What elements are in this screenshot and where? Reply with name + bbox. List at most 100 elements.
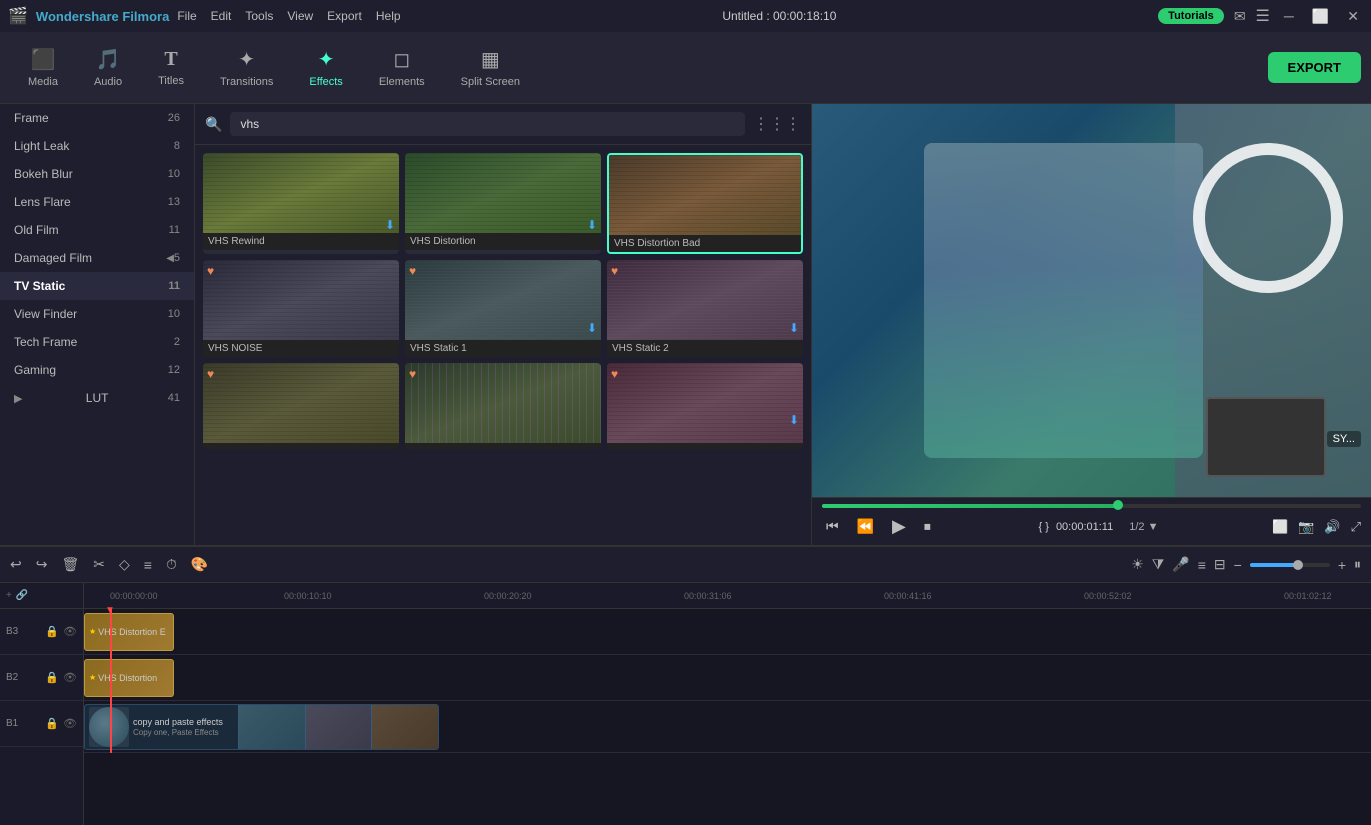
lock-icon-b3[interactable]: 🔒 [45, 625, 59, 638]
play-mode-value: 1/2 [1129, 521, 1144, 533]
clip-vhs-distortion[interactable]: ★ VHS Distortion [84, 659, 174, 697]
crop-icon[interactable]: ⊟ [1214, 556, 1226, 573]
toolbar-elements[interactable]: ◻ Elements [361, 41, 443, 94]
menu-tools[interactable]: Tools [245, 9, 273, 23]
skip-back-button[interactable]: ⏮ [822, 516, 843, 537]
delete-button[interactable]: 🗑 [61, 556, 79, 573]
effect-card-vhs-static-2[interactable]: VHS Static 2 ♥ ⬇ [607, 260, 803, 357]
progress-bar[interactable] [822, 504, 1361, 508]
sidebar-item-view-finder[interactable]: View Finder 10 [0, 300, 194, 328]
step-back-button[interactable]: ⏪ [853, 516, 878, 537]
export-button[interactable]: EXPORT [1268, 52, 1361, 83]
speed-button[interactable]: ⏱ [166, 556, 177, 573]
sidebar-item-frame[interactable]: Frame 26 [0, 104, 194, 132]
zoom-slider[interactable] [1250, 563, 1330, 567]
titlebar: 🎬 Wondershare Filmora File Edit Tools Vi… [0, 0, 1371, 32]
eye-icon-b3[interactable]: 👁 [63, 625, 77, 638]
media-icon: ⬛ [31, 47, 56, 72]
eye-icon-b2[interactable]: 👁 [63, 671, 77, 684]
sidebar-item-lens-flare[interactable]: Lens Flare 13 [0, 188, 194, 216]
subtitle-icon[interactable]: ≡ [1198, 557, 1206, 573]
close-button[interactable]: ✕ [1343, 8, 1363, 25]
track-b3-icons: 🔒 👁 [45, 625, 77, 638]
effect-card-row3-3[interactable]: ♥ ⬇ [607, 363, 803, 449]
toolbar-split-screen[interactable]: ▦ Split Screen [443, 41, 538, 94]
menu-view[interactable]: View [287, 9, 313, 23]
cut-button[interactable]: ✂ [93, 556, 105, 573]
volume-icon[interactable]: 🔊 [1324, 519, 1340, 535]
zoom-out-icon[interactable]: − [1234, 557, 1242, 573]
stop-button[interactable]: ⏹ [920, 516, 935, 537]
redo-button[interactable]: ↪ [36, 556, 48, 573]
sidebar-item-bokeh-blur[interactable]: Bokeh Blur 10 [0, 160, 194, 188]
mail-icon[interactable]: ✉ [1234, 8, 1246, 25]
track-b3-id: B3 [6, 626, 18, 637]
clip-copy-paste[interactable]: copy and paste effects Copy one, Paste E… [84, 704, 439, 750]
toolbar-audio[interactable]: 🎵 Audio [76, 41, 140, 94]
effect-label-vhs-rewind: VHS Rewind [203, 233, 399, 250]
scene-detect-icon[interactable]: ☀ [1131, 556, 1144, 573]
play-button[interactable]: ▶ [888, 514, 910, 539]
sidebar-item-light-leak[interactable]: Light Leak 8 [0, 132, 194, 160]
heart-icon-vhs-noise: ♥ [207, 264, 214, 278]
track-b2-icons: 🔒 👁 [45, 671, 77, 684]
menu-file[interactable]: File [177, 9, 196, 23]
keyframe-button[interactable]: ◇ [119, 556, 130, 573]
more-options-icon[interactable]: ⋮⋮⋮ [753, 114, 801, 134]
maximize-button[interactable]: ⬜ [1308, 8, 1333, 25]
sidebar-item-damaged-film[interactable]: Damaged Film 5 ◀ [0, 244, 194, 272]
effect-card-vhs-distortion[interactable]: VHS Distortion ⬇ [405, 153, 601, 254]
fullscreen-icon[interactable]: ⬜ [1272, 519, 1288, 535]
effect-card-vhs-distortion-bad[interactable]: VHS Distortion Bad [607, 153, 803, 254]
undo-button[interactable]: ↩ [10, 556, 22, 573]
sidebar-item-tv-static[interactable]: TV Static 11 [0, 272, 194, 300]
clip-mark-icon[interactable]: ⧩ [1152, 556, 1165, 573]
settings-icon[interactable]: ⤢ [1351, 519, 1361, 535]
heart-icon-vhs-static-2: ♥ [611, 264, 618, 278]
effect-card-row3-1[interactable]: ♥ [203, 363, 399, 449]
menu-export[interactable]: Export [327, 9, 362, 23]
eye-icon-b1[interactable]: 👁 [63, 717, 77, 730]
effect-card-vhs-rewind[interactable]: VHS Rewind ⬇ [203, 153, 399, 254]
zoom-in-icon[interactable]: + [1338, 557, 1346, 573]
titlebar-right: Tutorials ✉ ☰ ─ ⬜ ✕ [1158, 6, 1363, 26]
screenshot-icon[interactable]: 📷 [1298, 519, 1314, 535]
menu-help[interactable]: Help [376, 9, 401, 23]
titlebar-left: 🎬 Wondershare Filmora File Edit Tools Vi… [8, 6, 401, 26]
minimize-button[interactable]: ─ [1280, 8, 1298, 24]
audio-track-icon[interactable]: 🎤 [1172, 556, 1189, 573]
effect-card-vhs-noise[interactable]: VHS NOISE ♥ [203, 260, 399, 357]
clip-vhs-distortion-e[interactable]: ★ VHS Distortion E [84, 613, 174, 651]
tutorials-button[interactable]: Tutorials [1158, 8, 1224, 24]
link-icon[interactable]: 🔗 [16, 590, 28, 601]
play-mode-selector[interactable]: 1/2 ▼ [1129, 521, 1158, 533]
clip-vhs-distortion-e-label: VHS Distortion E [98, 627, 166, 637]
sidebar-item-lut[interactable]: ▶ LUT 41 [0, 384, 194, 412]
toolbar-effects[interactable]: ✦ Effects [291, 41, 360, 94]
toolbar-titles[interactable]: T Titles [140, 42, 202, 93]
track-add-button[interactable]: + [6, 590, 12, 601]
effect-card-row3-2[interactable]: ♥ [405, 363, 601, 449]
download-icon-vhs-distortion: ⬇ [587, 218, 597, 232]
lock-icon-b1[interactable]: 🔒 [45, 717, 59, 730]
effect-label-row3-3 [607, 443, 803, 449]
sidebar-item-tech-frame[interactable]: Tech Frame 2 [0, 328, 194, 356]
zoom-handle[interactable] [1293, 560, 1303, 570]
playhead[interactable] [110, 609, 112, 753]
effect-label-vhs-static-2: VHS Static 2 [607, 340, 803, 357]
pause-resume-icon[interactable]: ⏸ [1354, 556, 1361, 573]
lock-icon-b2[interactable]: 🔒 [45, 671, 59, 684]
toolbar-transitions[interactable]: ✦ Transitions [202, 41, 291, 94]
menu-icon[interactable]: ☰ [1256, 6, 1270, 26]
sidebar-view-finder-count: 10 [168, 308, 180, 320]
progress-handle[interactable] [1113, 500, 1123, 510]
search-input[interactable] [230, 112, 745, 136]
sidebar-item-old-film[interactable]: Old Film 11 [0, 216, 194, 244]
audio-mixer-button[interactable]: ≡ [144, 557, 152, 573]
track-label-b3: B3 🔒 👁 [0, 609, 83, 655]
menu-edit[interactable]: Edit [211, 9, 232, 23]
color-button[interactable]: 🎨 [191, 556, 208, 573]
toolbar-media[interactable]: ⬛ Media [10, 41, 76, 94]
sidebar-item-gaming[interactable]: Gaming 12 [0, 356, 194, 384]
effect-card-vhs-static-1[interactable]: VHS Static 1 ♥ ⬇ [405, 260, 601, 357]
